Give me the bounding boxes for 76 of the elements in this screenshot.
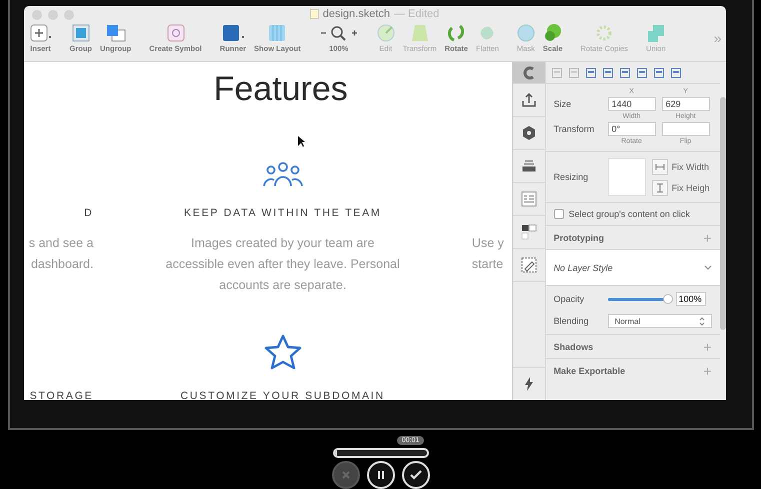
resizing-option[interactable]: Fix Width (652, 158, 710, 174)
align-icon[interactable] (670, 68, 681, 78)
union-icon (646, 24, 665, 42)
section-title: Shadows (554, 342, 594, 352)
window-title: design.sketch (322, 8, 390, 20)
align-icon[interactable] (568, 68, 579, 78)
layers-icon (520, 158, 537, 174)
scrollbar[interactable] (720, 97, 726, 330)
flip-control[interactable] (662, 122, 710, 136)
updown-icon (698, 316, 705, 326)
add-button[interactable]: + (703, 364, 712, 378)
group-icon (72, 24, 90, 42)
plus-icon (30, 24, 52, 42)
chevron-icon (704, 265, 712, 270)
rotate-field[interactable]: 0° (608, 122, 656, 136)
align-icon[interactable] (654, 68, 664, 78)
pause-icon (376, 470, 386, 480)
fix-height-icon (654, 182, 665, 192)
layer-style-dropdown[interactable]: No Layer Style (546, 250, 720, 286)
check-icon (410, 470, 422, 480)
feature-description: s and see a dashboard. (28, 235, 94, 273)
progress-bar[interactable] (332, 448, 428, 458)
add-button[interactable]: + (703, 230, 712, 244)
field-label: Blending (554, 316, 590, 326)
close-icon (340, 470, 350, 480)
trapezoid-icon (410, 24, 429, 42)
star-icon (264, 334, 302, 370)
fix-width-icon (654, 162, 665, 172)
feature-heading: KEEP DATA WITHIN THE TEAM (184, 207, 382, 221)
c-shape-icon (522, 66, 536, 80)
align-icon[interactable] (586, 68, 596, 78)
section-title: Prototyping (554, 232, 604, 242)
align-icon[interactable] (636, 68, 647, 78)
symbol-icon (166, 24, 185, 42)
hexagon-icon (520, 125, 537, 141)
team-icon (262, 161, 304, 187)
layout-grid-icon (268, 24, 286, 42)
list-icon (520, 191, 537, 207)
resizing-option[interactable]: Fix Heigh (652, 180, 710, 196)
field-label: Size (554, 99, 572, 109)
feature-description: Images created by your team are accessible even after they leave. Personal accounts are separate. (166, 235, 400, 294)
scale-icon (544, 24, 562, 42)
blending-select[interactable]: Normal (608, 314, 712, 328)
cursor-icon (298, 136, 304, 147)
swatch-icon (520, 224, 537, 240)
document-icon (310, 9, 319, 19)
stop-button[interactable] (332, 461, 360, 489)
overflow-button[interactable]: » (714, 30, 722, 46)
field-label: Opacity (554, 294, 586, 304)
mask-icon (516, 24, 535, 42)
height-field[interactable]: 629 (662, 97, 710, 111)
align-icon[interactable] (602, 68, 613, 78)
align-icon[interactable] (620, 68, 630, 78)
lightning-icon (524, 377, 534, 391)
field-label: Transform (554, 124, 596, 134)
inspector-tab[interactable] (512, 62, 545, 84)
confirm-button[interactable] (402, 461, 430, 489)
field-label: Resizing (554, 172, 590, 182)
pause-button[interactable] (366, 461, 394, 489)
select-group-checkbox[interactable]: Select group's content on click (546, 203, 720, 226)
feature-heading: D (84, 207, 94, 221)
zoom-icon (318, 24, 359, 42)
pen-circle-icon (376, 24, 395, 42)
align-icon[interactable] (552, 68, 562, 78)
ungroup-icon (106, 24, 126, 42)
section-title: Make Exportable (554, 366, 626, 376)
opacity-field[interactable]: 100% (676, 292, 706, 306)
feature-description: Use y starte (472, 235, 504, 273)
image-edit-icon (520, 257, 537, 273)
add-button[interactable]: + (703, 340, 712, 354)
upload-icon (520, 92, 537, 108)
rotate-arrows-icon (447, 24, 466, 42)
feature-heading: CUSTOMIZE YOUR SUBDOMAIN (180, 390, 385, 400)
feature-heading: STORAGE (30, 390, 94, 400)
width-field[interactable]: 1440 (608, 97, 656, 111)
page-heading: Features (214, 70, 348, 109)
